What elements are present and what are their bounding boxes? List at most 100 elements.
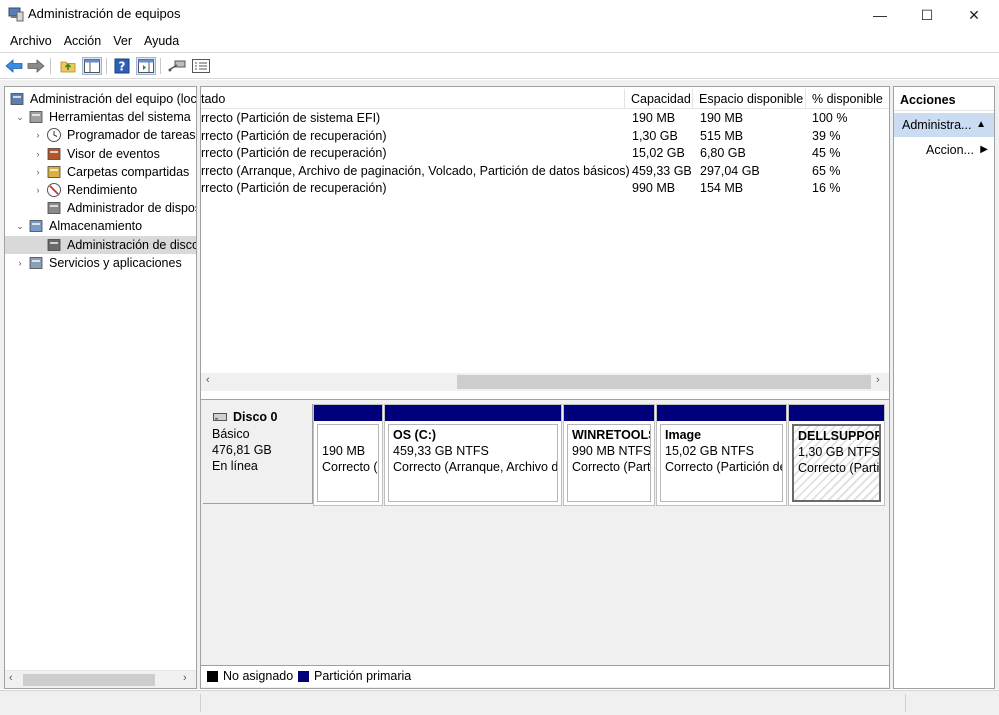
back-button[interactable] xyxy=(4,57,24,75)
menu-archivo[interactable]: Archivo xyxy=(4,31,58,52)
maximize-icon: ☐ xyxy=(920,6,934,23)
menu-bar: Archivo Acción Ver Ayuda xyxy=(0,31,999,52)
toolbar-separator xyxy=(160,58,161,74)
volume-percent-free: 45 % xyxy=(812,146,841,160)
volume-row[interactable]: rrecto (Arranque, Archivo de paginación,… xyxy=(201,163,889,180)
services-icon xyxy=(28,255,44,271)
tree-item-label: Administración del equipo (loca xyxy=(30,92,197,106)
volume-horizontal-scrollbar[interactable]: ‹ › xyxy=(201,373,889,391)
partition-block[interactable]: Image 15,02 GB NTFS Correcto (Partición de xyxy=(656,404,787,506)
partition-block[interactable]: 190 MB Correcto (I xyxy=(313,404,383,506)
expand-chevron-icon[interactable]: › xyxy=(33,126,43,144)
show-pane-icon xyxy=(138,59,154,73)
minimize-button[interactable]: — xyxy=(857,0,903,30)
volume-row[interactable]: rrecto (Partición de recuperación) 1,30 G… xyxy=(201,128,889,145)
expand-chevron-icon[interactable]: › xyxy=(15,254,25,272)
tree-item-label: Administración de disco xyxy=(67,238,197,252)
tree-scroll-thumb[interactable] xyxy=(23,674,155,686)
properties-button[interactable] xyxy=(191,57,211,75)
tree-item-2[interactable]: › Programador de tareas xyxy=(5,126,196,144)
device-manager-icon xyxy=(46,200,62,216)
actions-section-header[interactable]: Administra... ▲ xyxy=(894,113,994,137)
tree-item-label: Rendimiento xyxy=(67,183,138,197)
actions-more-item[interactable]: Accion... ▶ xyxy=(894,139,994,161)
expand-chevron-icon[interactable]: › xyxy=(33,181,43,199)
up-level-button[interactable] xyxy=(58,57,78,75)
column-capacidad[interactable]: Capacidad xyxy=(625,89,693,109)
scroll-left-icon[interactable]: ‹ xyxy=(206,374,210,386)
tree-item-0[interactable]: Administración del equipo (loca xyxy=(5,90,196,108)
scroll-right-icon[interactable]: › xyxy=(183,672,187,684)
collapse-up-icon[interactable]: ▲ xyxy=(976,113,986,137)
column-porcentaje-disponible[interactable]: % disponible xyxy=(806,89,889,109)
menu-accion[interactable]: Acción xyxy=(58,31,108,52)
partition-size: 990 MB NTFS xyxy=(572,444,651,458)
column-espacio-disponible[interactable]: Espacio disponible xyxy=(693,89,806,109)
shared-folder-icon xyxy=(46,164,62,180)
tree-item-4[interactable]: › Carpetas compartidas xyxy=(5,163,196,181)
volume-status: rrecto (Partición de recuperación) xyxy=(201,128,387,143)
partition-block[interactable]: WINRETOOLS 990 MB NTFS Correcto (Parti xyxy=(563,404,655,506)
connect-button[interactable] xyxy=(167,57,187,75)
volume-percent-free: 16 % xyxy=(812,181,841,195)
actions-title: Acciones xyxy=(894,89,994,111)
forward-button[interactable] xyxy=(26,57,46,75)
tree-item-6[interactable]: Administrador de dispos xyxy=(5,199,196,217)
volume-free-space: 154 MB xyxy=(700,181,744,195)
menu-ver[interactable]: Ver xyxy=(107,31,138,52)
computer-management-icon xyxy=(8,7,24,22)
window-title: Administración de equipos xyxy=(28,6,181,21)
volume-capacity: 990 MB xyxy=(632,181,676,195)
volume-scroll-thumb[interactable] xyxy=(457,375,871,389)
tree-item-8[interactable]: Administración de disco xyxy=(5,236,196,254)
tools-icon xyxy=(28,109,44,125)
column-estado[interactable]: tado xyxy=(201,89,625,109)
volume-row[interactable]: rrecto (Partición de recuperación) 15,02 … xyxy=(201,145,889,162)
maximize-button[interactable]: ☐ xyxy=(904,0,950,30)
event-viewer-icon xyxy=(46,146,62,162)
volume-free-space: 515 MB xyxy=(700,128,744,143)
tree-item-3[interactable]: › Visor de eventos xyxy=(5,145,196,163)
show-action-pane-button[interactable] xyxy=(136,57,156,75)
volume-free-space: 190 MB xyxy=(700,111,744,125)
tree-item-7[interactable]: ⌄ Almacenamiento xyxy=(5,217,196,235)
tree-horizontal-scrollbar[interactable]: ‹ › xyxy=(5,670,196,688)
volume-capacity: 459,33 GB xyxy=(632,163,692,178)
scroll-right-icon[interactable]: › xyxy=(876,374,880,386)
expand-chevron-icon[interactable]: › xyxy=(33,163,43,181)
tree-item-label: Visor de eventos xyxy=(67,147,160,161)
partition-primary-bar xyxy=(314,405,382,421)
actions-item-label: Accion... xyxy=(926,143,974,157)
collapse-chevron-icon[interactable]: ⌄ xyxy=(15,108,25,126)
title-bar: Administración de equipos — ☐ ✕ xyxy=(0,0,999,30)
tree-item-1[interactable]: ⌄ Herramientas del sistema xyxy=(5,108,196,126)
close-button[interactable]: ✕ xyxy=(951,0,997,30)
tree-item-label: Administrador de dispos xyxy=(67,201,197,215)
partition-block[interactable]: DELLSUPPORT 1,30 GB NTFS Correcto (Partic xyxy=(788,404,885,506)
scroll-left-icon[interactable]: ‹ xyxy=(9,672,13,684)
tree-item-5[interactable]: › Rendimiento xyxy=(5,181,196,199)
legend-swatch-unallocated xyxy=(207,671,218,682)
console-tree-icon xyxy=(84,59,100,73)
disk-size: 476,81 GB xyxy=(212,443,272,457)
partition-details: WINRETOOLS 990 MB NTFS Correcto (Parti xyxy=(567,424,651,502)
collapse-chevron-icon[interactable]: ⌄ xyxy=(15,217,25,235)
status-divider xyxy=(905,694,906,712)
partition-status: Correcto (Parti xyxy=(572,460,651,474)
expand-chevron-icon[interactable]: › xyxy=(33,145,43,163)
help-button[interactable]: ? xyxy=(112,57,132,75)
volume-percent-free: 100 % xyxy=(812,111,848,125)
menu-ayuda[interactable]: Ayuda xyxy=(138,31,185,52)
partition-block[interactable]: OS (C:) 459,33 GB NTFS Correcto (Arranque,… xyxy=(384,404,562,506)
volume-row[interactable]: rrecto (Partición de recuperación) 990 MB… xyxy=(201,180,889,197)
volume-capacity: 190 MB xyxy=(632,111,676,125)
connect-icon xyxy=(168,60,186,72)
partition-primary-bar xyxy=(657,405,786,421)
minimize-icon: — xyxy=(873,7,887,23)
disk-0-label[interactable]: Disco 0 Básico 476,81 GB En línea xyxy=(203,404,313,504)
partition-primary-bar xyxy=(564,405,654,421)
volume-row[interactable]: rrecto (Partición de sistema EFI) 190 MB 1… xyxy=(201,110,889,127)
show-hide-console-tree-button[interactable] xyxy=(82,57,102,75)
tree-item-9[interactable]: › Servicios y aplicaciones xyxy=(5,254,196,272)
tree-item-label: Almacenamiento xyxy=(49,219,143,233)
